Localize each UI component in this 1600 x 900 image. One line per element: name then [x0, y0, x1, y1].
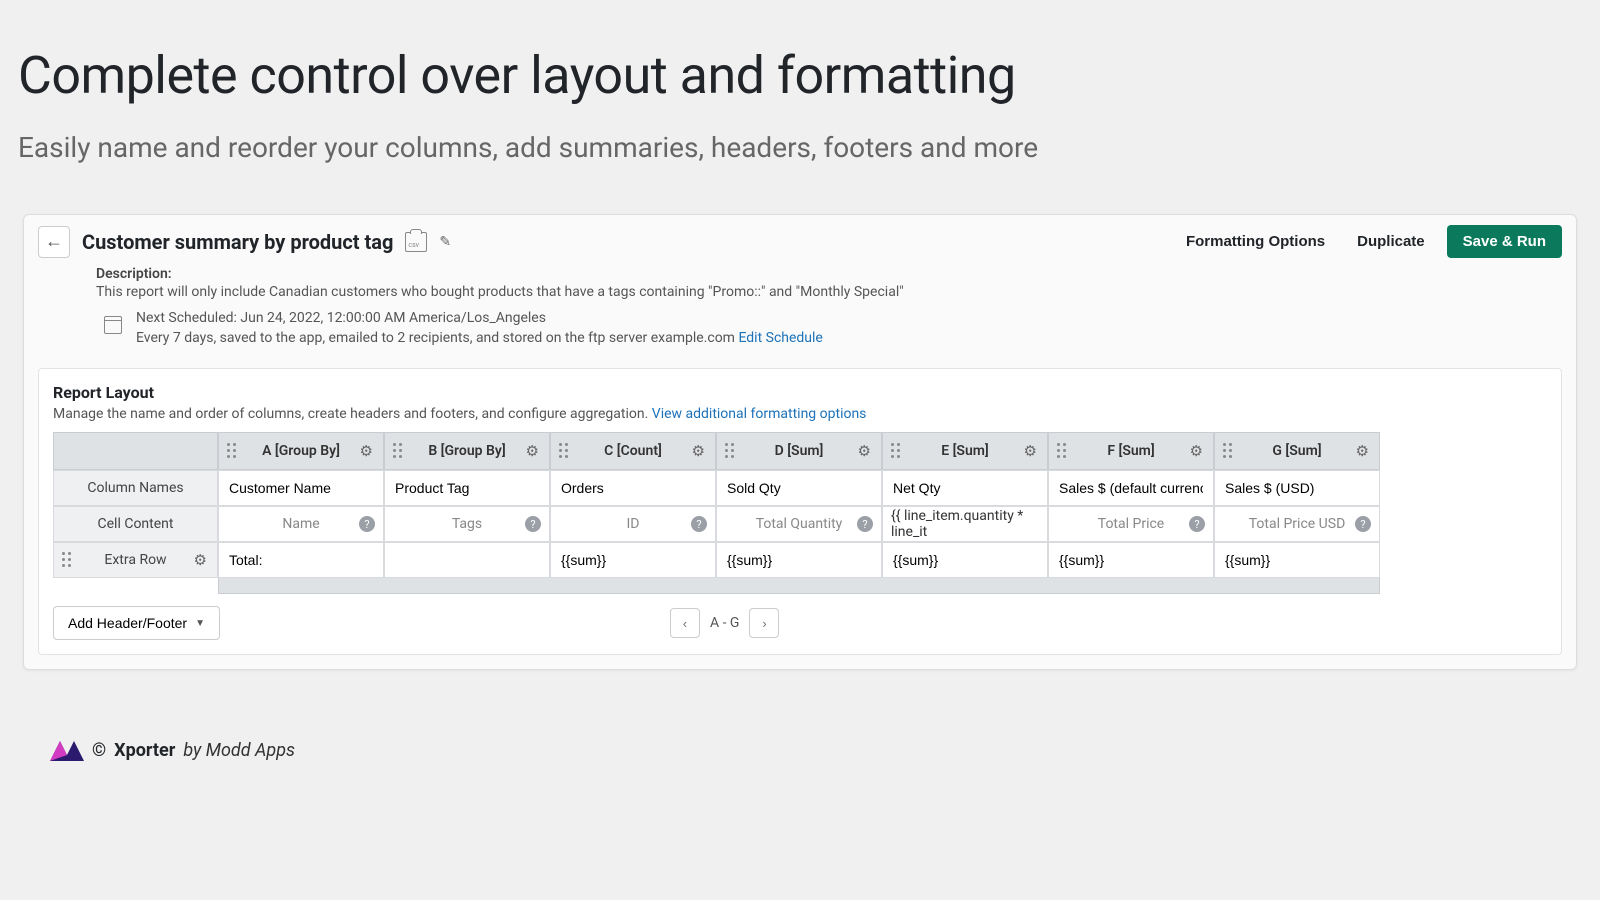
layout-card: Report Layout Manage the name and order …	[38, 368, 1562, 655]
gear-icon[interactable]: ⚙	[526, 442, 539, 460]
drag-handle-icon[interactable]	[559, 443, 569, 459]
brand-byline: by Modd Apps	[183, 740, 295, 761]
help-icon[interactable]: ?	[1355, 516, 1371, 532]
pager-label: A - G	[710, 615, 739, 631]
drag-handle-icon[interactable]	[1223, 443, 1233, 459]
formatting-options-button[interactable]: Formatting Options	[1176, 227, 1335, 256]
col-header-d[interactable]: D [Sum] ⚙	[716, 432, 882, 470]
extra-row-input-c[interactable]	[561, 552, 705, 568]
row-label-cell-content: Cell Content	[53, 506, 218, 542]
help-icon[interactable]: ?	[525, 516, 541, 532]
view-formatting-link[interactable]: View additional formatting options	[652, 406, 867, 422]
extra-row-input-a[interactable]	[229, 552, 373, 568]
col-name-input-d[interactable]	[717, 471, 881, 505]
edit-title-icon[interactable]: ✎	[439, 234, 451, 250]
help-icon[interactable]: ?	[857, 516, 873, 532]
gear-icon[interactable]: ⚙	[194, 551, 207, 569]
footer-brand: © Xporter by Modd Apps	[0, 670, 1600, 761]
gear-icon[interactable]: ⚙	[1190, 442, 1203, 460]
calendar-icon	[104, 316, 122, 334]
cell-content-e[interactable]: {{ line_item.quantity * line_it	[882, 506, 1048, 542]
page-subtitle: Easily name and reorder your columns, ad…	[0, 106, 1600, 164]
col-header-c[interactable]: C [Count] ⚙	[550, 432, 716, 470]
drag-handle-icon[interactable]	[1057, 443, 1067, 459]
layout-heading: Report Layout	[39, 379, 1561, 404]
description-text: This report will only include Canadian c…	[96, 284, 1562, 300]
col-header-g[interactable]: G [Sum] ⚙	[1214, 432, 1380, 470]
help-icon[interactable]: ?	[1189, 516, 1205, 532]
report-toolbar: ← Customer summary by product tag ✎ Form…	[24, 215, 1576, 266]
drag-handle-icon[interactable]	[891, 443, 901, 459]
chevron-down-icon: ▼	[195, 618, 205, 629]
header-spacer	[53, 432, 218, 470]
report-title: Customer summary by product tag	[82, 230, 393, 254]
drag-handle-icon[interactable]	[62, 552, 72, 568]
col-name-input-a[interactable]	[219, 471, 383, 505]
col-header-b[interactable]: B [Group By] ⚙	[384, 432, 550, 470]
description-label: Description:	[96, 266, 1562, 282]
edit-schedule-link[interactable]: Edit Schedule	[738, 330, 822, 346]
pager-prev-button[interactable]: ‹	[670, 608, 700, 638]
report-panel: ← Customer summary by product tag ✎ Form…	[23, 214, 1577, 670]
extra-row-input-b[interactable]	[395, 552, 539, 568]
schedule-detail: Every 7 days, saved to the app, emailed …	[136, 330, 823, 346]
brand-name: Xporter	[114, 740, 175, 761]
gear-icon[interactable]: ⚙	[1356, 442, 1369, 460]
cell-content-c[interactable]: ID?	[550, 506, 716, 542]
back-button[interactable]: ←	[38, 226, 70, 258]
gear-icon[interactable]: ⚙	[858, 442, 871, 460]
duplicate-button[interactable]: Duplicate	[1347, 227, 1435, 256]
col-header-a[interactable]: A [Group By] ⚙	[218, 432, 384, 470]
gear-icon[interactable]: ⚙	[1024, 442, 1037, 460]
extra-row-input-d[interactable]	[727, 552, 871, 568]
schedule-row: Next Scheduled: Jun 24, 2022, 12:00:00 A…	[24, 306, 1576, 360]
col-name-input-e[interactable]	[883, 471, 1047, 505]
layout-grid: A [Group By] ⚙ B [Group By] ⚙ C [Count] …	[53, 432, 1547, 594]
extra-row-input-g[interactable]	[1225, 552, 1369, 568]
brand-logo-icon	[50, 741, 84, 761]
column-pager: ‹ A - G ›	[670, 608, 779, 638]
help-icon[interactable]: ?	[359, 516, 375, 532]
drag-handle-icon[interactable]	[725, 443, 735, 459]
help-icon[interactable]: ?	[691, 516, 707, 532]
cell-content-d[interactable]: Total Quantity?	[716, 506, 882, 542]
drag-handle-icon[interactable]	[393, 443, 403, 459]
add-header-footer-button[interactable]: Add Header/Footer ▼	[53, 606, 220, 640]
col-header-f[interactable]: F [Sum] ⚙	[1048, 432, 1214, 470]
extra-row-input-e[interactable]	[893, 552, 1037, 568]
schedule-next: Next Scheduled: Jun 24, 2022, 12:00:00 A…	[136, 310, 823, 326]
col-name-input-f[interactable]	[1049, 471, 1213, 505]
page-title: Complete control over layout and formatt…	[0, 0, 1600, 106]
grid-filler	[218, 578, 1380, 594]
row-label-column-names: Column Names	[53, 470, 218, 506]
cell-content-a[interactable]: Name?	[218, 506, 384, 542]
col-name-input-g[interactable]	[1215, 471, 1379, 505]
extra-row-input-f[interactable]	[1059, 552, 1203, 568]
csv-icon[interactable]	[405, 232, 427, 252]
save-run-button[interactable]: Save & Run	[1447, 225, 1562, 258]
col-name-input-c[interactable]	[551, 471, 715, 505]
pager-next-button[interactable]: ›	[749, 608, 779, 638]
description-block: Description: This report will only inclu…	[24, 266, 1576, 306]
cell-content-f[interactable]: Total Price?	[1048, 506, 1214, 542]
gear-icon[interactable]: ⚙	[360, 442, 373, 460]
drag-handle-icon[interactable]	[227, 443, 237, 459]
cell-content-b[interactable]: Tags?	[384, 506, 550, 542]
col-header-e[interactable]: E [Sum] ⚙	[882, 432, 1048, 470]
brand-copyright: ©	[92, 740, 106, 761]
cell-content-g[interactable]: Total Price USD?	[1214, 506, 1380, 542]
row-label-extra-row: Extra Row ⚙	[53, 542, 218, 578]
gear-icon[interactable]: ⚙	[692, 442, 705, 460]
layout-subtext: Manage the name and order of columns, cr…	[39, 404, 1561, 432]
col-name-input-b[interactable]	[385, 471, 549, 505]
